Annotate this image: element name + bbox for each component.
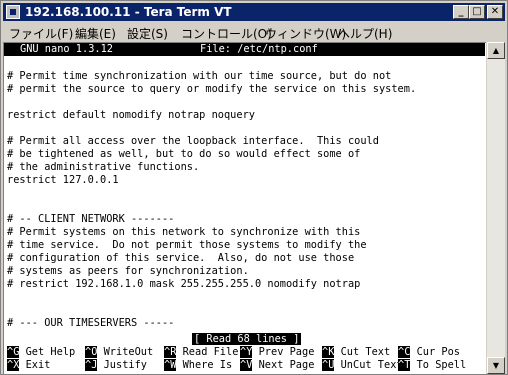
text-line: # Permit systems on this network to sync… (7, 226, 361, 238)
shortcut-key: ^U (322, 359, 335, 371)
menu-control[interactable]: コントロール(O) (181, 25, 272, 42)
text-line: # systems as peers for synchronization. (7, 265, 249, 277)
text-line: # Permit time synchronization with our t… (7, 70, 392, 82)
scroll-up-button[interactable]: ▲ (487, 42, 505, 59)
shortcut-key: ^J (85, 359, 98, 371)
shortcut-read-file[interactable]: ^R Read File (164, 346, 238, 358)
text-line: restrict default nomodify notrap noquery (7, 109, 255, 121)
text-line: # restrict 192.168.1.0 mask 255.255.255.… (7, 278, 361, 290)
shortcut-label: To Spell (416, 359, 467, 371)
text-line: # be tightened as well, but to do so wou… (7, 148, 361, 160)
shortcut-key: ^X (7, 359, 20, 371)
text-line: # permit the source to query or modify t… (7, 83, 417, 95)
menu-window[interactable]: ウィンドウ(W) (265, 25, 346, 42)
shortcut-key: ^T (398, 359, 411, 371)
shortcut-justify[interactable]: ^J Justify (85, 359, 147, 371)
terminal-screen[interactable]: GNU nano 1.3.12 File: /etc/ntp.conf # Pe… (3, 42, 486, 374)
shortcut-key: ^R (164, 346, 177, 358)
shortcut-to-spell[interactable]: ^T To Spell (398, 359, 466, 371)
shortcut-label: Justify (103, 359, 148, 371)
shortcut-label: Read File (182, 346, 239, 358)
text-line: # Permit all access over the loopback in… (7, 135, 379, 147)
shortcut-label: Next Page (258, 359, 315, 371)
shortcut-get-help[interactable]: ^G Get Help (7, 346, 75, 358)
scroll-down-button[interactable]: ▼ (487, 357, 505, 374)
text-line: # time service. Do not permit those syst… (7, 239, 367, 251)
app-icon[interactable] (6, 5, 20, 19)
shortcut-prev-page[interactable]: ^Y Prev Page (240, 346, 314, 358)
shortcut-key: ^Y (240, 346, 253, 358)
menu-settings[interactable]: 設定(S) (127, 25, 168, 42)
shortcut-label: UnCut Text (340, 359, 403, 371)
shortcut-label: WriteOut (103, 346, 154, 358)
shortcut-exit[interactable]: ^X Exit (7, 359, 50, 371)
shortcut-key: ^V (240, 359, 253, 371)
terminal-window: 192.168.100.11 - Tera Term VT _ □ ✕ ファイル… (0, 0, 508, 375)
shortcut-cur-pos[interactable]: ^C Cur Pos (398, 346, 460, 358)
status-message: [ Read 68 lines ] (192, 333, 302, 345)
shortcut-label: Where Is (182, 359, 233, 371)
menu-file[interactable]: ファイル(F) (9, 25, 73, 42)
minimize-button[interactable]: _ (453, 5, 469, 19)
shortcut-writeout[interactable]: ^O WriteOut (85, 346, 153, 358)
title-bar[interactable]: 192.168.100.11 - Tera Term VT _ □ ✕ (3, 3, 505, 21)
text-line: # -- CLIENT NETWORK ------- (7, 213, 175, 225)
close-button[interactable]: ✕ (487, 5, 503, 19)
vertical-scrollbar[interactable]: ▲ ▼ (487, 42, 505, 374)
shortcut-key: ^C (398, 346, 411, 358)
menu-help[interactable]: ヘルプ(H) (338, 25, 392, 42)
window-title: 192.168.100.11 - Tera Term VT (25, 5, 232, 19)
shortcut-key: ^O (85, 346, 98, 358)
shortcut-uncut-text[interactable]: ^U UnCut Text (322, 359, 403, 371)
text-line: # configuration of this service. Also, d… (7, 252, 355, 264)
shortcut-key: ^K (322, 346, 335, 358)
menu-bar: ファイル(F) 編集(E) 設定(S) コントロール(O) ウィンドウ(W) ヘ… (3, 22, 505, 41)
shortcut-label: Cur Pos (416, 346, 461, 358)
nano-version: GNU nano 1.3.12 (20, 43, 113, 55)
shortcut-cut-text[interactable]: ^K Cut Text (322, 346, 390, 358)
text-line: # the administrative functions. (7, 161, 200, 173)
nano-header: GNU nano 1.3.12 File: /etc/ntp.conf (4, 43, 485, 56)
text-line: # --- OUR TIMESERVERS ----- (7, 317, 175, 329)
shortcut-label: Cut Text (340, 346, 391, 358)
maximize-button[interactable]: □ (469, 5, 485, 19)
shortcut-next-page[interactable]: ^V Next Page (240, 359, 314, 371)
shortcut-key: ^W (164, 359, 177, 371)
shortcut-key: ^G (7, 346, 20, 358)
menu-edit[interactable]: 編集(E) (75, 25, 116, 42)
shortcut-label: Prev Page (258, 346, 315, 358)
shortcut-label: Get Help (25, 346, 76, 358)
shortcut-where-is[interactable]: ^W Where Is (164, 359, 232, 371)
nano-filename: File: /etc/ntp.conf (200, 43, 318, 55)
shortcut-label: Exit (25, 359, 51, 371)
text-line: restrict 127.0.0.1 (7, 174, 119, 186)
